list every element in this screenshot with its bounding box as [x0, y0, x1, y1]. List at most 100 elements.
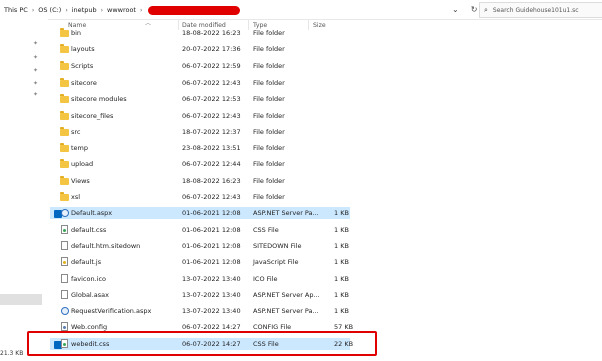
breadcrumb-separator: ›	[31, 6, 35, 14]
file-row[interactable]: default.js 01-06-2021 12:08 JavaScript Fil…	[50, 256, 350, 268]
breadcrumb-separator: ›	[100, 6, 103, 14]
file-icon	[60, 274, 69, 283]
file-type: File folder	[253, 160, 285, 168]
file-type: ASP.NET Server Pa...	[253, 209, 319, 217]
refresh-icon[interactable]: ↻	[471, 5, 478, 14]
file-row[interactable]: favicon.ico 13-07-2022 13:40 ICO File 1 KB	[50, 273, 350, 285]
file-name: Default.aspx	[71, 209, 113, 217]
file-name: upload	[71, 160, 94, 168]
sort-up-icon: ︿	[145, 20, 152, 27]
pin-icon[interactable]: ✦	[33, 54, 38, 61]
file-date-modified: 13-07-2022 13:40	[182, 275, 241, 283]
file-name: xsl	[71, 193, 81, 201]
file-row[interactable]: Global.asax 13-07-2022 13:40 ASP.NET Serve…	[50, 289, 350, 301]
file-size: 57 KB	[334, 323, 354, 331]
file-type: File folder	[253, 128, 285, 136]
file-icon	[60, 290, 69, 299]
file-date-modified: 06-07-2022 14:27	[182, 323, 241, 331]
folder-icon	[60, 94, 69, 103]
file-date-modified: 13-07-2022 13:40	[182, 291, 241, 299]
breadcrumb-separator: ›	[139, 6, 143, 14]
file-type: ICO File	[253, 275, 278, 283]
chevron-down-icon[interactable]: ⌄	[452, 5, 459, 14]
pin-icon[interactable]: ✦	[33, 67, 38, 74]
folder-icon	[60, 176, 69, 185]
file-date-modified: 06-07-2022 12:43	[182, 79, 241, 87]
file-type: File folder	[253, 45, 285, 53]
file-row[interactable]: Scripts 06-07-2022 12:59 File folder	[50, 60, 350, 72]
file-date-modified: 18-08-2022 16:23	[182, 29, 241, 37]
js-file-icon	[60, 257, 69, 266]
file-date-modified: 01-06-2021 12:08	[182, 226, 241, 234]
pin-icon[interactable]: ✦	[33, 40, 38, 47]
file-row[interactable]: layouts 20-07-2022 17:36 File folder	[50, 43, 350, 55]
file-name: Views	[71, 177, 90, 185]
file-name: Web.config	[71, 323, 108, 331]
file-name: default.htm.sitedown	[71, 242, 141, 250]
file-type: SITEDOWN File	[253, 242, 302, 250]
config-file-icon	[60, 322, 69, 331]
file-name: Scripts	[71, 62, 94, 70]
folder-icon	[60, 44, 69, 53]
file-date-modified: 06-07-2022 12:43	[182, 193, 241, 201]
breadcrumb-this-pc[interactable]: This PC	[4, 6, 28, 14]
file-date-modified: 13-07-2022 13:40	[182, 307, 241, 315]
address-bar: This PC › OS (C:) › inetpub › wwwroot › …	[0, 0, 602, 20]
file-row[interactable]: RequestVerification.aspx 13-07-2022 13:40…	[50, 305, 350, 317]
folder-icon	[60, 143, 69, 152]
file-type: File folder	[253, 193, 285, 201]
search-box[interactable]: ⌕ Search Guidehouse101u1.sc	[479, 2, 602, 18]
file-row[interactable]: sitecore_files 06-07-2022 12:43 File folde…	[50, 110, 350, 122]
file-date-modified: 18-07-2022 12:37	[182, 128, 241, 136]
pin-icon[interactable]: ✦	[33, 91, 38, 98]
file-size: 1 KB	[334, 307, 349, 315]
file-date-modified: 20-07-2022 17:36	[182, 45, 241, 53]
file-size: 1 KB	[334, 226, 349, 234]
file-name: default.css	[71, 226, 107, 234]
file-date-modified: 23-08-2022 13:51	[182, 144, 241, 152]
file-size: 1 KB	[334, 275, 349, 283]
breadcrumb-os-c[interactable]: OS (C:)	[38, 6, 61, 14]
file-row[interactable]: default.css 01-06-2021 12:08 CSS File 1 KB	[50, 224, 350, 236]
highlight-box	[27, 331, 377, 356]
file-icon	[60, 241, 69, 250]
file-type: File folder	[253, 29, 285, 37]
file-type: File folder	[253, 95, 285, 103]
file-date-modified: 01-06-2021 12:08	[182, 242, 241, 250]
file-row[interactable]: sitecore modules 06-07-2022 12:53 File fol…	[50, 93, 350, 105]
breadcrumb-wwwroot[interactable]: wwwroot	[107, 6, 136, 14]
file-date-modified: 01-06-2021 12:08	[182, 258, 241, 266]
search-input[interactable]: Search Guidehouse101u1.sc	[493, 7, 579, 14]
file-type: JavaScript File	[253, 258, 299, 266]
file-name: src	[71, 128, 81, 136]
file-row[interactable]: default.htm.sitedown 01-06-2021 12:08 SITE…	[50, 240, 350, 252]
file-row[interactable]: bin 18-08-2022 16:23 File folder	[50, 27, 350, 39]
aspx-globe-icon	[60, 208, 69, 217]
nav-selected-item[interactable]	[0, 294, 42, 305]
search-icon: ⌕	[484, 5, 488, 14]
file-row[interactable]: sitecore 06-07-2022 12:43 File folder	[50, 77, 350, 89]
file-row[interactable]: upload 06-07-2022 12:44 File folder	[50, 158, 350, 170]
folder-icon	[60, 111, 69, 120]
file-type: File folder	[253, 112, 285, 120]
file-type: CSS File	[253, 226, 279, 234]
file-name: bin	[71, 29, 82, 37]
pin-icon[interactable]: ✦	[33, 80, 38, 87]
file-name: RequestVerification.aspx	[71, 307, 152, 315]
css-file-icon	[60, 225, 69, 234]
file-row[interactable]: temp 23-08-2022 13:51 File folder	[50, 142, 350, 154]
file-row[interactable]: xsl 06-07-2022 12:43 File folder	[50, 191, 350, 203]
address-actions: ⌄ ↻	[452, 3, 477, 15]
file-name: sitecore	[71, 79, 97, 87]
file-row[interactable]: src 18-07-2022 12:37 File folder	[50, 126, 350, 138]
file-name: layouts	[71, 45, 95, 53]
file-type: ASP.NET Server Pa...	[253, 307, 319, 315]
file-row[interactable]: Default.aspx 01-06-2021 12:08 ASP.NET Serv…	[50, 207, 350, 219]
breadcrumb[interactable]: This PC › OS (C:) › inetpub › wwwroot ›	[4, 4, 241, 16]
breadcrumb-separator: ›	[65, 6, 68, 14]
breadcrumb-inetpub[interactable]: inetpub	[72, 6, 97, 14]
file-row[interactable]: Views 18-08-2022 16:23 File folder	[50, 175, 350, 187]
file-date-modified: 18-08-2022 16:23	[182, 177, 241, 185]
file-type: CONFIG File	[253, 323, 292, 331]
file-type: File folder	[253, 79, 285, 87]
